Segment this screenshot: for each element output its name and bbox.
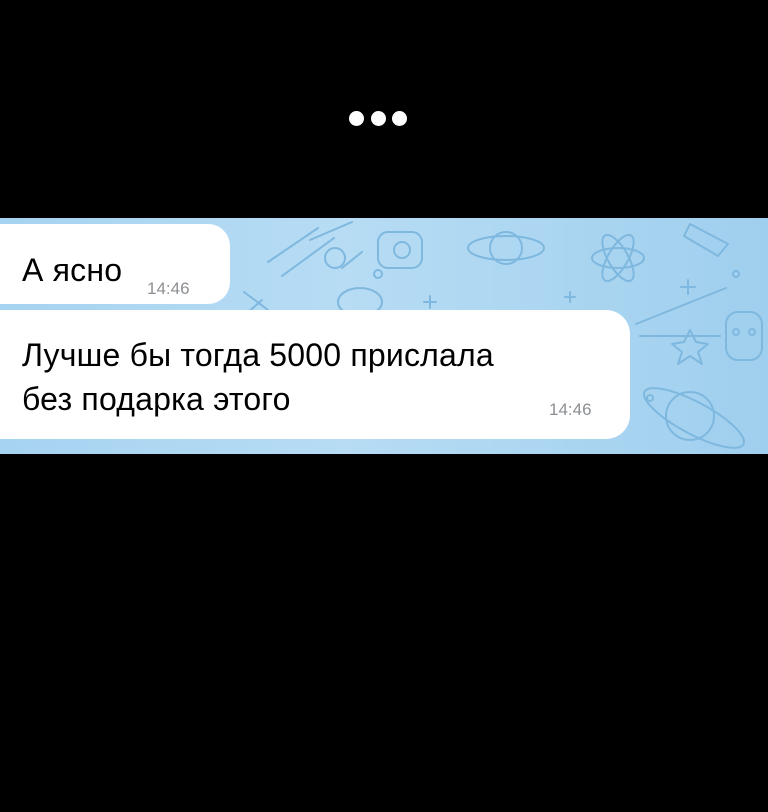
- incoming-message: Лучше бы тогда 5000 прислала без подарка…: [0, 310, 630, 439]
- message-line: Лучше бы тогда 5000 прислала: [22, 337, 494, 373]
- dot: [392, 110, 407, 126]
- more-dots-icon: [349, 108, 407, 128]
- message-time: 14:46: [147, 279, 190, 298]
- message-text: А ясно: [22, 252, 123, 288]
- message-time: 14:46: [549, 400, 592, 419]
- message-line: без подарка этого: [22, 381, 291, 417]
- dot: [349, 110, 364, 126]
- message-text: Лучше бы тогда 5000 прислала без подарка…: [22, 333, 494, 421]
- chat-background: А ясно 14:46 Лучше бы тогда 5000 прислал…: [0, 218, 768, 454]
- dot: [370, 110, 386, 126]
- incoming-message: А ясно 14:46: [0, 224, 230, 304]
